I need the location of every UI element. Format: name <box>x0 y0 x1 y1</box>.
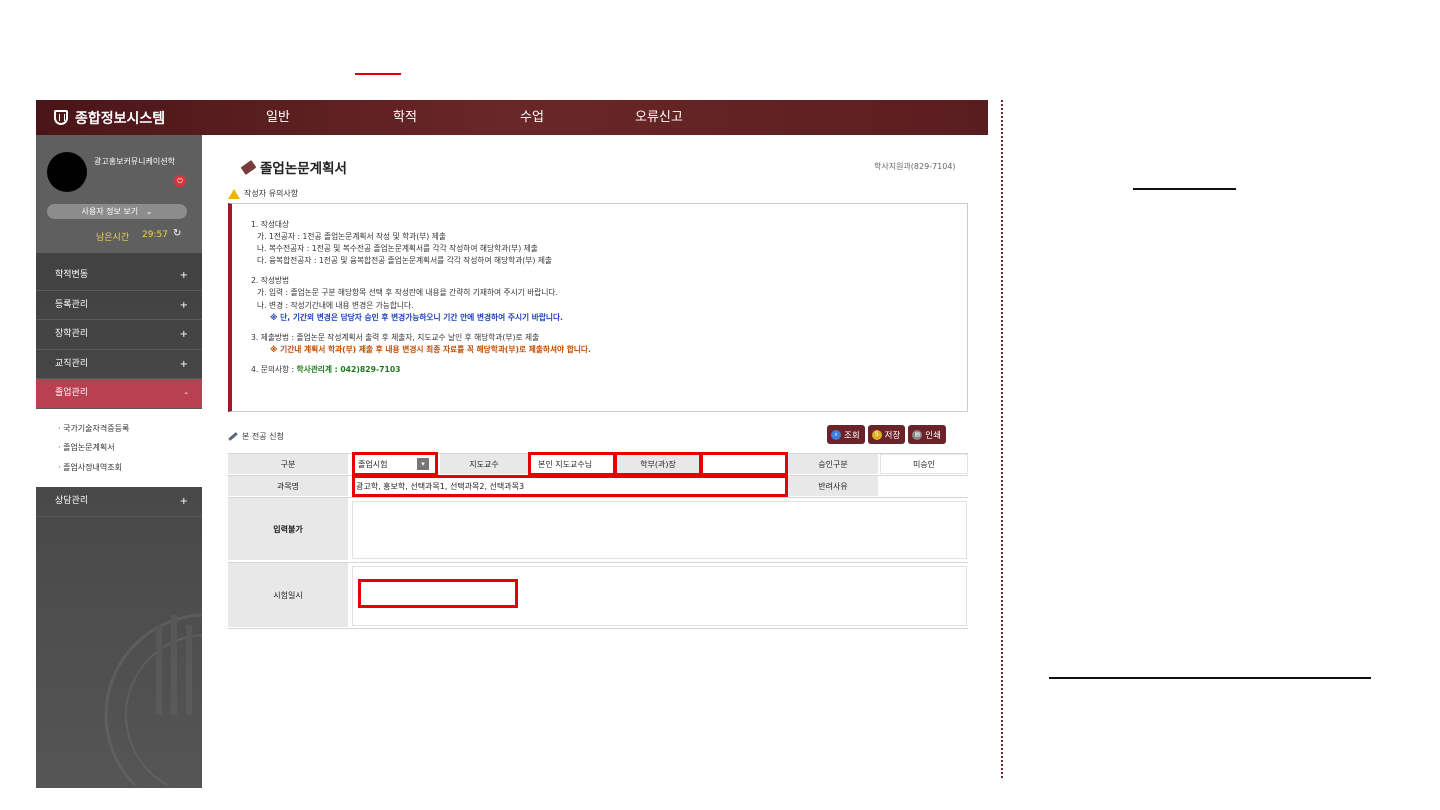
search-button-label: 조회 <box>844 430 860 441</box>
nav-academic-record[interactable]: 학적 <box>393 100 417 135</box>
expand-icon: + <box>179 270 188 281</box>
system-title: 종합정보시스템 <box>75 110 166 127</box>
collapse-icon: - <box>184 388 188 400</box>
label-input-unavailable: 입력불가 <box>228 498 348 560</box>
approval-status: 미승인 <box>880 454 968 474</box>
print-button[interactable]: ▤ 인쇄 <box>908 425 946 444</box>
top-navbar: 종합정보시스템 일반 학적 수업 오류신고 <box>36 100 988 135</box>
nav-error-report[interactable]: 오류신고 <box>635 100 683 135</box>
sidebar-item-registration[interactable]: 등록관리 + <box>36 291 202 321</box>
label-exam-date: 시험일시 <box>228 563 348 627</box>
notice-contact-label: 4. 문의사항 : <box>251 364 297 374</box>
sidebar-item-graduation[interactable]: 졸업관리 - <box>36 379 202 409</box>
refresh-icon[interactable]: ↻ <box>173 228 181 239</box>
section-title: 본 전공 신청 <box>228 431 284 442</box>
page-title-text: 졸업논문계획서 <box>260 161 347 177</box>
notice-line: 나. 변경 : 작성기간내에 내용 변경은 가능합니다. <box>257 300 414 310</box>
sidebar-item-academic-change[interactable]: 학적변동 + <box>36 261 202 291</box>
shield-logo-icon <box>54 110 68 125</box>
blank-line-short <box>1133 188 1236 190</box>
submenu-item-graduation-review[interactable]: · 졸업사정내역조회 <box>58 458 202 478</box>
notice-line: 다. 융복합전공자 : 1전공 및 융복합전공 졸업논문계획서를 각각 작성하여… <box>257 256 552 266</box>
label-reject-reason: 반려사유 <box>788 476 878 496</box>
user-info-button-label: 사용자 정보 보기 <box>81 207 139 216</box>
power-icon[interactable]: ⏻ <box>174 175 186 187</box>
university-seal-watermark <box>104 613 206 785</box>
label-subjects: 과목명 <box>228 476 348 496</box>
search-icon: ⌕ <box>831 429 841 440</box>
sidebar-item-teaching[interactable]: 교직관리 + <box>36 350 202 380</box>
red-underline-decoration <box>355 73 401 75</box>
warning-icon <box>228 188 240 199</box>
caution-title: 작성자 유의사항 <box>244 189 299 198</box>
highlight-dept-head-field <box>700 452 788 476</box>
label-approval: 승인구분 <box>788 454 878 474</box>
expand-icon: + <box>179 496 188 508</box>
main-content: 졸업논문계획서 학사지원과(829-7104) 작성자 유의사항 1. 작성대상… <box>202 135 988 788</box>
save-icon: S <box>871 429 882 440</box>
printer-icon: ▤ <box>912 429 923 440</box>
submenu-item-certificate[interactable]: · 국가기술자격증등록 <box>58 419 202 439</box>
expand-icon: + <box>179 299 188 311</box>
app-window: 종합정보시스템 일반 학적 수업 오류신고 광고홍보커뮤니케이션학 ⏻ 사용자 … <box>36 100 988 788</box>
notice-line: 가. 입력 : 졸업논문 구분 해당항목 선택 후 작성란에 내용을 간략히 기… <box>257 288 558 298</box>
highlight-type <box>352 452 438 476</box>
profile-panel: 광고홍보커뮤니케이션학 ⏻ 사용자 정보 보기 ⌄ 남은시간 29:57 ↻ <box>36 135 202 253</box>
highlight-exam-date <box>358 579 518 608</box>
notice-line: 2. 작성방법 <box>251 276 290 286</box>
sidebar-item-label: 교직관리 <box>55 358 89 369</box>
nav-general[interactable]: 일반 <box>266 100 290 135</box>
action-buttons: ⌕ 조회 S 저장 ▤ 인쇄 <box>827 425 946 444</box>
save-button[interactable]: S 저장 <box>867 425 906 444</box>
profile-name: 광고홍보커뮤니케이션학 <box>94 157 175 166</box>
dotted-divider <box>1001 100 1003 778</box>
submenu-item-thesis-plan[interactable]: · 졸업논문계획서 <box>58 438 202 458</box>
eraser-icon <box>240 159 257 175</box>
blank-line-long <box>1049 677 1371 679</box>
highlight-dept-head-label <box>614 452 702 476</box>
notice-line: 나. 복수전공자 : 1전공 및 복수전공 졸업논문계획서를 각각 작성하여 해… <box>257 244 538 254</box>
notice-note: ※ 기간내 계획서 학과(부) 제출 후 내용 변경시 최종 자료를 꼭 해당학… <box>270 344 591 354</box>
search-button[interactable]: ⌕ 조회 <box>827 425 865 444</box>
content-textarea <box>352 501 967 559</box>
notice-line: 3. 제출방법 : 졸업논문 작성계획서 출력 후 제출자, 지도교수 날인 후… <box>251 332 540 342</box>
expand-icon: + <box>179 358 188 370</box>
notice-contact-value: 학사관리계 : 042)829-7103 <box>296 364 401 374</box>
nav-class[interactable]: 수업 <box>520 100 544 135</box>
contact-info: 학사지원과(829-7104) <box>874 162 956 171</box>
page-title: 졸업논문계획서 <box>240 157 347 177</box>
user-info-button[interactable]: 사용자 정보 보기 ⌄ <box>47 204 187 219</box>
sidebar-item-label: 장학관리 <box>55 329 89 340</box>
sidebar-item-label: 학적변동 <box>55 270 89 280</box>
print-button-label: 인쇄 <box>925 430 941 441</box>
expand-icon: + <box>179 329 188 341</box>
sidebar-item-label: 등록관리 <box>55 299 89 310</box>
notice-line: 가. 1전공자 : 1전공 졸업논문계획서 작성 및 학과(부) 제출 <box>257 232 446 242</box>
highlight-subjects <box>352 475 788 497</box>
label-advisor: 지도교수 <box>440 454 528 474</box>
sidebar-item-scholarship[interactable]: 장학관리 + <box>36 320 202 350</box>
system-logo[interactable]: 종합정보시스템 <box>54 100 165 135</box>
notice-line: 1. 작성대상 <box>251 220 290 229</box>
notice-contact-line: 4. 문의사항 : 학사관리계 : 042)829-7103 <box>251 364 967 376</box>
save-button-label: 저장 <box>884 430 901 441</box>
avatar <box>47 152 87 192</box>
pen-icon <box>228 432 238 441</box>
reject-reason-field <box>880 476 968 496</box>
sidebar-item-counseling[interactable]: 상담관리 + <box>36 487 202 518</box>
session-time: 29:57 <box>142 230 168 240</box>
sidebar-item-label: 상담관리 <box>55 496 89 507</box>
sidebar-menu: 학적변동 + 등록관리 + 장학관리 + 교직관리 + 졸업관리 - · 국가기… <box>36 261 202 518</box>
session-label: 남은시간 <box>96 233 130 243</box>
label-type: 구분 <box>228 454 348 474</box>
notice-box: 1. 작성대상 가. 1전공자 : 1전공 졸업논문계획서 작성 및 학과(부)… <box>228 203 968 412</box>
chevron-down-icon: ⌄ <box>140 207 153 216</box>
section-title-text: 본 전공 신청 <box>242 432 284 441</box>
graduation-submenu: · 국가기술자격증등록 · 졸업논문계획서 · 졸업사정내역조회 <box>36 408 202 488</box>
sidebar-item-label: 졸업관리 <box>55 388 89 399</box>
sidebar: 광고홍보커뮤니케이션학 ⏻ 사용자 정보 보기 ⌄ 남은시간 29:57 ↻ 학… <box>36 135 206 788</box>
caution-heading: 작성자 유의사항 <box>228 188 298 199</box>
highlight-advisor <box>528 452 616 476</box>
notice-note: ※ 단, 기간외 변경은 담당자 승인 후 변경가능하오니 기간 안에 변경하여… <box>270 312 563 322</box>
